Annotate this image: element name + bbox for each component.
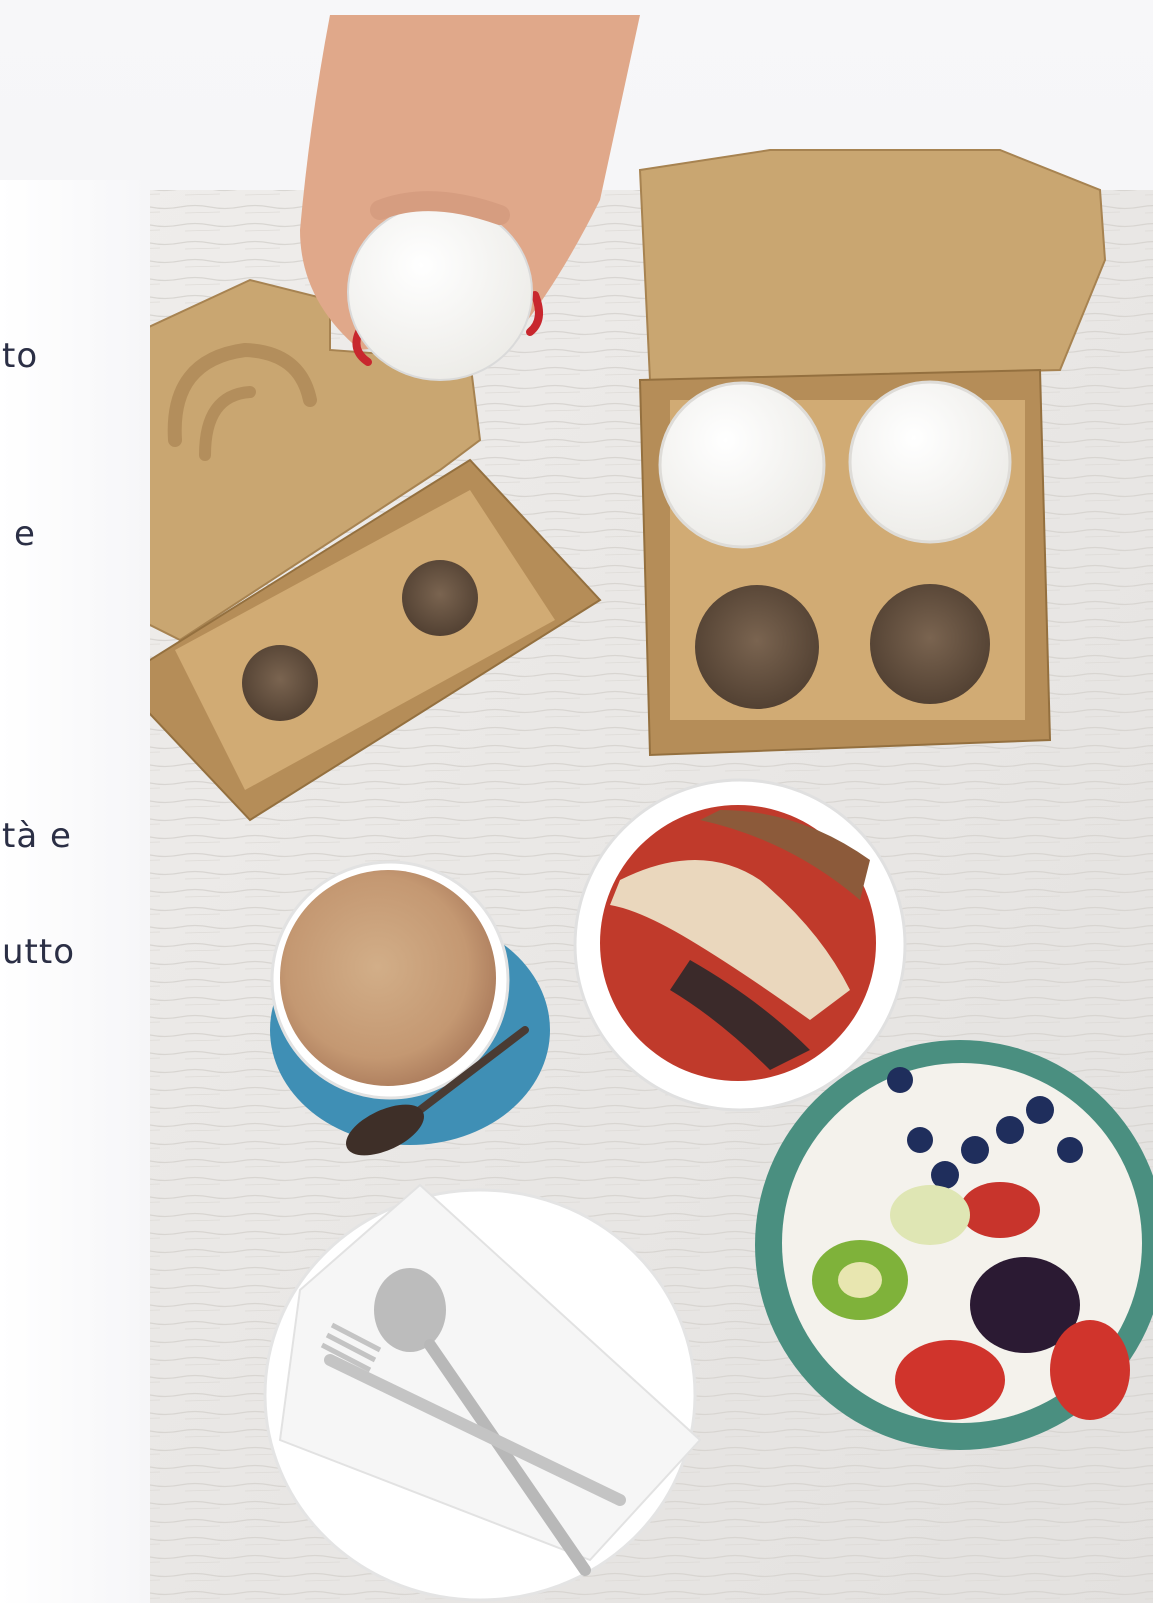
yogurt-fruit-bowl <box>755 1040 1153 1450</box>
four-cup-kraft-carrier <box>638 149 1107 757</box>
copy-panel <box>0 180 150 1603</box>
text-fragment: to <box>2 336 39 376</box>
food-packaging-photo <box>0 0 1153 1603</box>
text-fragment: utto <box>2 932 76 972</box>
text-fragment: tà e <box>2 816 72 856</box>
acai-bowl <box>573 778 907 1112</box>
text-fragment: e <box>14 514 36 554</box>
